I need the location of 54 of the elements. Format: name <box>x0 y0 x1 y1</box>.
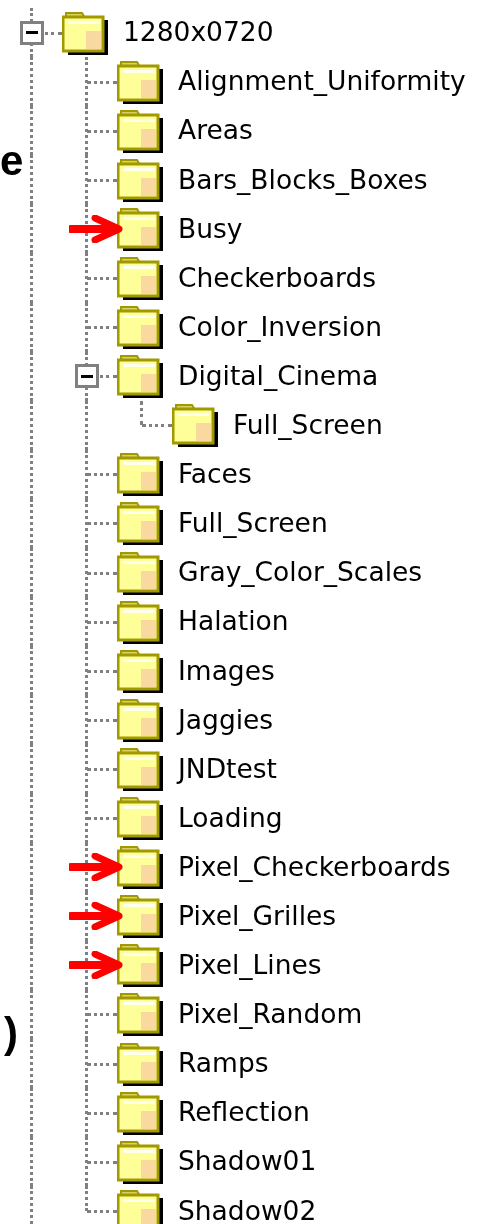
folder-label[interactable]: Ramps <box>178 1050 269 1077</box>
folder-label[interactable]: JNDtest <box>178 755 277 783</box>
folder-icon <box>117 845 163 890</box>
folder-icon <box>62 10 108 55</box>
folder-label[interactable]: Checkerboards <box>178 264 377 292</box>
folder-label[interactable]: Faces <box>178 461 252 488</box>
folder-icon <box>117 550 163 595</box>
folder-label[interactable]: Reflection <box>178 1099 310 1126</box>
folder-icon <box>117 206 163 251</box>
folder-label[interactable]: Bars_Blocks_Boxes <box>178 166 428 194</box>
folder-label[interactable]: Digital_Cinema <box>178 362 379 390</box>
folder-icon <box>172 403 218 448</box>
folder-icon <box>117 59 163 104</box>
folder-icon <box>117 501 163 546</box>
folder-icon <box>117 1090 163 1135</box>
folder-label[interactable]: Full_Screen <box>178 510 328 537</box>
folder-icon <box>117 108 163 153</box>
folder-icon <box>117 746 163 791</box>
folder-label[interactable]: Color_Inversion <box>178 313 383 341</box>
folder-icon <box>117 452 163 497</box>
folder-icon <box>117 894 163 939</box>
folder-label[interactable]: Gray_Color_Scales <box>178 559 423 586</box>
folder-label[interactable]: Full_Screen <box>233 412 383 439</box>
folder-icon <box>117 157 163 202</box>
folder-label[interactable]: Images <box>178 657 275 684</box>
folder-label[interactable]: Pixel_Random <box>178 1001 363 1028</box>
folder-icon <box>117 256 163 300</box>
folder-label[interactable]: Loading <box>178 804 283 832</box>
folder-icon <box>117 697 163 742</box>
folder-label[interactable]: 1280x0720 <box>123 19 274 46</box>
folder-label[interactable]: Pixel_Lines <box>178 952 322 979</box>
folder-label[interactable]: Halation <box>178 608 289 635</box>
folder-icon <box>117 992 163 1037</box>
collapse-toggle[interactable] <box>75 364 99 389</box>
folder-label[interactable]: Areas <box>178 117 253 144</box>
folder-label[interactable]: Pixel_Checkerboards <box>178 853 451 881</box>
folder-icon <box>117 354 163 399</box>
collapse-toggle[interactable] <box>20 20 44 45</box>
folder-label[interactable]: Alignment_Uniformity <box>178 68 466 95</box>
folder-label[interactable]: Shadow01 <box>178 1148 317 1175</box>
folder-label[interactable]: Busy <box>178 215 243 243</box>
folder-icon <box>117 1139 163 1184</box>
folder-icon <box>117 943 163 988</box>
folder-label[interactable]: Shadow02 <box>178 1197 317 1224</box>
folder-label[interactable]: Pixel_Grilles <box>178 903 337 930</box>
folder-icon <box>117 648 163 693</box>
partial-text: ) <box>4 1012 18 1054</box>
folder-icon <box>117 599 163 644</box>
folder-icon <box>117 1041 163 1086</box>
folder-icon <box>117 305 163 350</box>
partial-text: e <box>0 140 24 182</box>
folder-label[interactable]: Jaggies <box>178 706 274 734</box>
folder-icon <box>117 796 163 841</box>
folder-icon <box>117 1188 163 1224</box>
